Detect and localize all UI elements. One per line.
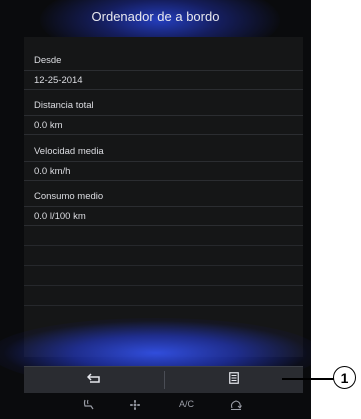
empty-row-divider bbox=[24, 265, 303, 266]
since-value: 12-25-2014 bbox=[34, 75, 83, 86]
recirculation-button[interactable] bbox=[229, 399, 243, 413]
page-title: Ordenador de a bordo bbox=[91, 9, 220, 24]
seat-heat-icon bbox=[82, 399, 96, 413]
row-divider bbox=[24, 115, 303, 116]
callout-number: 1 bbox=[333, 366, 356, 389]
trip-data-panel: Desde 12-25-2014 Distancia total 0.0 km … bbox=[24, 37, 303, 357]
ac-button[interactable]: A/C bbox=[179, 399, 194, 409]
average-speed-value: 0.0 km/h bbox=[34, 166, 71, 177]
bottom-button-bar bbox=[24, 366, 303, 393]
row-divider bbox=[24, 161, 303, 162]
fan-button[interactable] bbox=[129, 399, 141, 413]
empty-row-divider bbox=[24, 285, 303, 286]
row-divider bbox=[24, 206, 303, 207]
row-divider bbox=[24, 89, 303, 90]
onboard-computer-screen: Ordenador de a bordo Desde 12-25-2014 Di… bbox=[0, 0, 311, 419]
total-distance-value: 0.0 km bbox=[34, 120, 63, 131]
since-label: Desde bbox=[34, 55, 62, 66]
fan-icon bbox=[129, 399, 141, 413]
row-divider bbox=[24, 134, 303, 135]
seat-heat-button[interactable] bbox=[82, 399, 96, 413]
total-distance-label: Distancia total bbox=[34, 100, 94, 111]
average-consumption-label: Consumo medio bbox=[34, 191, 104, 202]
callout-leader-line bbox=[282, 378, 334, 380]
row-divider bbox=[24, 180, 303, 181]
average-speed-label: Velocidad media bbox=[34, 146, 104, 157]
climate-status-bar: A/C bbox=[24, 397, 303, 415]
back-button[interactable] bbox=[24, 367, 164, 393]
recirculation-icon bbox=[229, 399, 243, 413]
list-menu-icon bbox=[229, 371, 239, 389]
empty-row-divider bbox=[24, 305, 303, 306]
back-arrow-icon bbox=[86, 371, 101, 389]
row-divider bbox=[24, 70, 303, 71]
average-consumption-value: 0.0 l/100 km bbox=[34, 211, 86, 222]
row-divider bbox=[24, 225, 303, 226]
empty-row-divider bbox=[24, 245, 303, 246]
menu-button[interactable] bbox=[165, 367, 303, 393]
